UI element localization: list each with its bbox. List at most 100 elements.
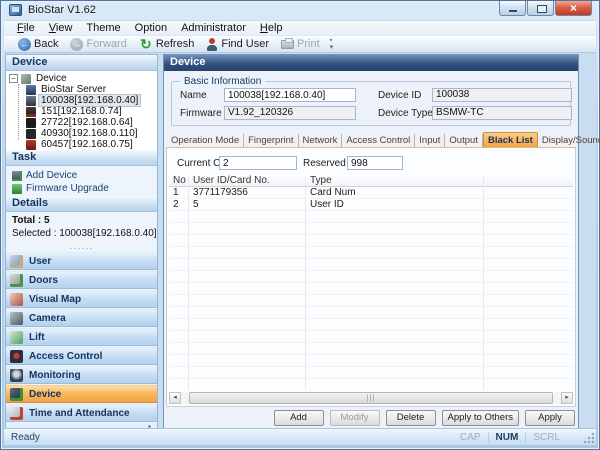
scroll-left-icon[interactable]: ◂ [169,392,181,404]
back-button[interactable]: ← Back [12,36,64,52]
firmware-label: Firmware [180,108,222,119]
add-device-link[interactable]: Add Device [12,169,157,182]
tree-node-60457[interactable]: 60457[192.168.0.75] [9,139,157,150]
tree-node-100038[interactable]: 100038[192.168.0.40] [9,95,157,106]
name-input[interactable] [224,88,356,102]
toolbar: ← Back → Forward ↻ Refresh Find User Pri… [4,35,596,53]
menu-view[interactable]: View [42,22,80,34]
device-id-label: Device ID [378,90,421,101]
forward-icon: → [70,38,83,51]
forward-button[interactable]: → Forward [64,36,132,52]
column-header-type[interactable]: Type [306,175,484,187]
minimize-button[interactable] [499,1,526,16]
menu-theme[interactable]: Theme [79,22,127,34]
menu-bar: File View Theme Option Administrator Hel… [4,20,596,35]
left-panel: Device − Device BioStar Server 100038[19… [5,54,158,430]
scroll-lock-indicator: SCRL [525,432,567,443]
tab-output[interactable]: Output [445,134,483,147]
column-header-no[interactable]: No [169,175,189,187]
sidebar-item-user[interactable]: User [6,252,157,270]
app-window: BioStar V1.62 File View Theme Option Adm… [0,0,600,450]
tree-node-biostar-server[interactable]: BioStar Server [9,84,157,95]
table-row[interactable]: 1 3771179356 Card Num [169,187,573,199]
apply-to-others-button[interactable]: Apply to Others [442,410,519,426]
tab-input[interactable]: Input [415,134,445,147]
menu-help[interactable]: Help [253,22,290,34]
current-count-input[interactable] [219,156,297,170]
user-icon [10,255,23,268]
device-icon [26,96,36,106]
server-icon [26,85,36,95]
device-icon [26,129,36,139]
name-label: Name [180,90,207,101]
reserved-label: Reserved [303,158,346,169]
lift-icon [10,331,23,344]
details-body: Total : 5 Selected : 100038[192.168.0.40… [6,212,157,244]
delete-button[interactable]: Delete [386,410,436,426]
sidebar-item-time-and-attendance[interactable]: Time and Attendance [6,404,157,422]
window-title: BioStar V1.62 [28,4,96,16]
tab-display-sound[interactable]: Display/Sound [538,134,600,147]
apply-button[interactable]: Apply [525,410,575,426]
sidebar-item-lift[interactable]: Lift [6,328,157,346]
close-button[interactable] [555,1,592,16]
device-type-value: BSMW-TC [432,106,572,120]
print-button[interactable]: Print [275,36,326,52]
status-text: Ready [11,432,453,443]
sidebar-item-device[interactable]: Device [6,385,157,403]
tab-black-list[interactable]: Black List [483,132,538,147]
camera-icon [10,312,23,325]
find-user-button[interactable]: Find User [200,36,275,52]
reserved-input[interactable] [347,156,403,170]
add-device-icon [12,171,22,181]
modify-button[interactable]: Modify [330,410,380,426]
sidebar-item-visual-map[interactable]: Visual Map [6,290,157,308]
refresh-button[interactable]: ↻ Refresh [133,36,201,52]
device-panel-header: Device [6,55,157,71]
scroll-right-icon[interactable]: ▸ [561,392,573,404]
panel-splitter-handle[interactable] [6,244,157,252]
device-tree: − Device BioStar Server 100038[192.168.0… [6,71,157,150]
tree-node-40930[interactable]: 40930[192.168.0.110] [9,128,157,139]
device-id-value: 100038 [432,88,572,102]
resize-grip[interactable] [583,432,595,444]
menu-option[interactable]: Option [128,22,174,34]
details-panel-header: Details [6,196,157,212]
horizontal-scrollbar[interactable]: ◂ ||| ▸ [169,392,573,404]
menu-file[interactable]: File [10,22,42,34]
empty-row [169,331,573,343]
empty-row [169,247,573,259]
scrollbar-thumb[interactable]: ||| [189,392,553,404]
empty-row [169,379,573,390]
tab-access-control[interactable]: Access Control [342,134,415,147]
toolbar-overflow-icon[interactable]: ▪▾ [330,37,334,51]
app-icon [9,4,22,16]
device-group-icon [21,74,31,84]
sidebar-item-camera[interactable]: Camera [6,309,157,327]
tab-fingerprint[interactable]: Fingerprint [244,134,298,147]
caps-lock-indicator: CAP [453,432,488,443]
firmware-upgrade-link[interactable]: Firmware Upgrade [12,182,157,195]
firmware-value: V1.92_120326 [224,106,356,120]
action-buttons: Add Modify Delete Apply to Others Apply [274,410,575,426]
menu-administrator[interactable]: Administrator [174,22,253,34]
empty-row [169,343,573,355]
tab-operation-mode[interactable]: Operation Mode [167,134,244,147]
tree-node-27722[interactable]: 27722[192.168.0.64] [9,117,157,128]
sidebar-item-doors[interactable]: Doors [6,271,157,289]
table-row[interactable]: 2 5 User ID [169,199,573,211]
column-header-user-id-card-no[interactable]: User ID/Card No. [189,175,306,187]
tree-node-151[interactable]: 151[192.168.0.74] [9,106,157,117]
title-bar[interactable]: BioStar V1.62 [1,1,599,20]
main-panel-body: Basic Information Name Firmware V1.92_12… [164,71,578,429]
details-total: Total : 5 [12,215,157,228]
sidebar-item-access-control[interactable]: Access Control [6,347,157,365]
maximize-button[interactable] [527,1,554,16]
device-icon [26,140,36,150]
add-button[interactable]: Add [274,410,324,426]
firmware-upgrade-icon [12,184,22,194]
tree-root-device[interactable]: − Device [9,73,157,84]
sidebar-item-monitoring[interactable]: Monitoring [6,366,157,384]
tab-network[interactable]: Network [299,134,343,147]
collapse-icon[interactable]: − [9,74,18,83]
